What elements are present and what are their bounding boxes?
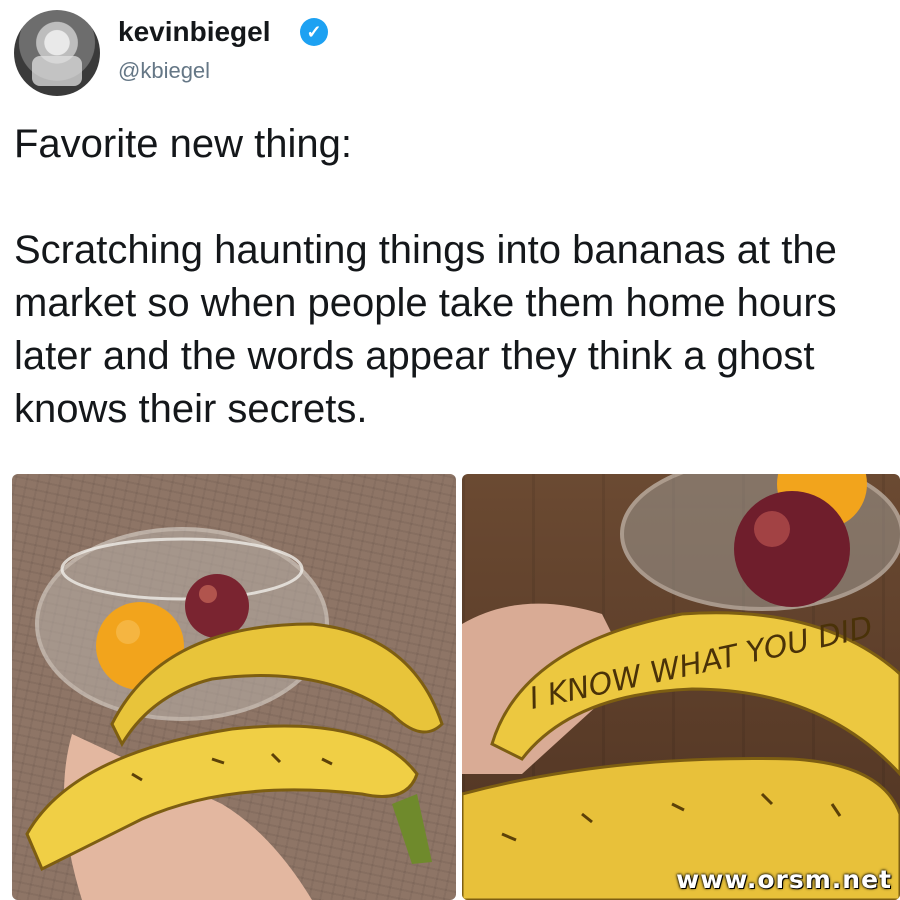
watermark: www.orsm.net (676, 865, 892, 894)
user-handle[interactable]: @kbiegel (118, 58, 210, 84)
photo-bananas-bowl-illustration (25, 527, 444, 900)
photo-scratched-banana-illustration: I KNOW WHAT YOU DID (462, 474, 900, 900)
photo-bananas-bowl[interactable] (12, 474, 456, 900)
tweet-text: Favorite new thing: Scratching haunting … (14, 122, 837, 431)
verified-badge-icon: ✓ (300, 18, 328, 46)
avatar[interactable] (14, 10, 100, 96)
display-name[interactable]: kevinbiegel (118, 16, 271, 48)
photo-scratched-banana[interactable]: I KNOW WHAT YOU DID (462, 474, 900, 900)
